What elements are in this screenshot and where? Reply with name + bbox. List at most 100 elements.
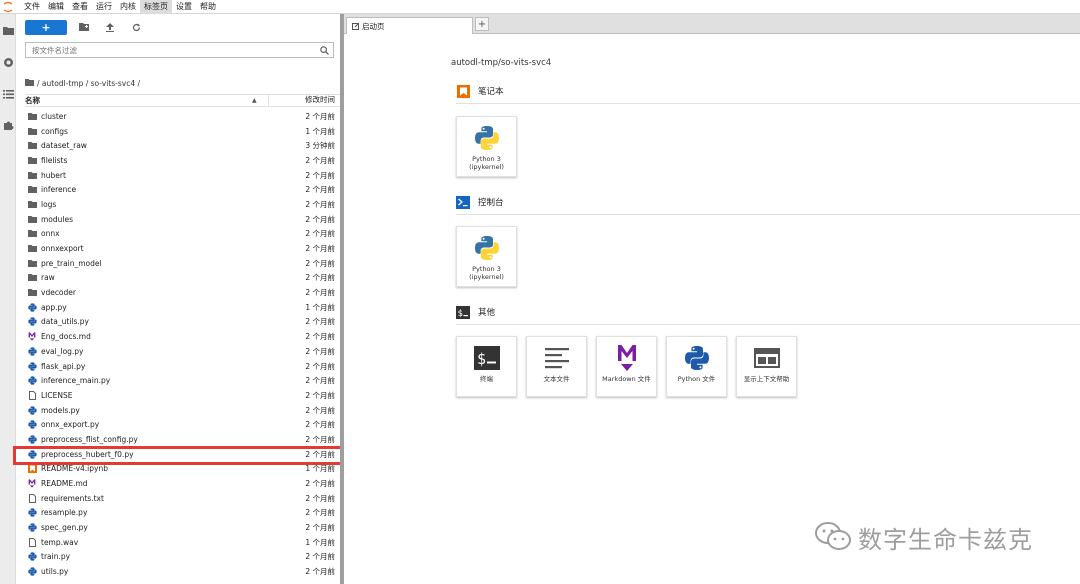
card-label: Python 文件 bbox=[677, 375, 716, 383]
card-label: Python 3 (ipykernel) bbox=[469, 155, 504, 171]
file-modified: 2 个月前 bbox=[305, 273, 335, 283]
python-file-icon bbox=[27, 420, 37, 430]
section-other-header: $ 其他 bbox=[456, 305, 495, 319]
terminal-card[interactable]: $ 终端 bbox=[456, 336, 517, 397]
file-modified: 2 个月前 bbox=[305, 229, 335, 239]
file-name: LICENSE bbox=[41, 390, 73, 400]
file-modified: 2 个月前 bbox=[305, 405, 335, 415]
file-modified: 2 个月前 bbox=[305, 390, 335, 400]
file-row[interactable]: resample.py 2 个月前 bbox=[25, 506, 340, 521]
file-modified: 2 个月前 bbox=[305, 420, 335, 430]
folder-row[interactable]: logs 2 个月前 bbox=[25, 197, 340, 212]
python-file-card[interactable]: Python 文件 bbox=[666, 336, 727, 397]
file-row[interactable]: preprocess_flist_config.py 2 个月前 bbox=[25, 432, 340, 447]
console-python3-card[interactable]: Python 3 (ipykernel) bbox=[456, 226, 517, 287]
breadcrumb-path[interactable]: / autodl-tmp / so-vits-svc4 / bbox=[37, 79, 140, 88]
list-icon[interactable] bbox=[2, 88, 14, 100]
upload-icon[interactable] bbox=[101, 20, 119, 35]
column-header-name[interactable]: 名称 bbox=[25, 95, 252, 106]
file-row[interactable]: flask_api.py 2 个月前 bbox=[25, 359, 340, 374]
file-name: Eng_docs.md bbox=[41, 332, 91, 342]
file-modified: 2 个月前 bbox=[305, 361, 335, 371]
python-file-icon bbox=[27, 434, 37, 444]
folder-row[interactable]: cluster 2 个月前 bbox=[25, 109, 340, 124]
file-modified: 2 个月前 bbox=[305, 493, 335, 503]
search-icon[interactable] bbox=[318, 44, 330, 56]
running-circle-icon[interactable] bbox=[2, 56, 14, 68]
menu-item[interactable]: 帮助 bbox=[196, 0, 220, 14]
folder-row[interactable]: onnxexport 2 个月前 bbox=[25, 241, 340, 256]
text-file-icon bbox=[27, 493, 37, 503]
puzzle-icon[interactable] bbox=[2, 119, 14, 131]
file-name: inference_main.py bbox=[41, 376, 111, 386]
markdown-file-card[interactable]: Markdown 文件 bbox=[596, 336, 657, 397]
folder-row[interactable]: vdecoder 2 个月前 bbox=[25, 285, 340, 300]
file-name: filelists bbox=[41, 155, 68, 165]
file-row[interactable]: models.py 2 个月前 bbox=[25, 403, 340, 418]
file-row[interactable]: README-v4.ipynb 1 个月前 bbox=[25, 462, 340, 477]
file-row[interactable]: onnx_export.py 2 个月前 bbox=[25, 417, 340, 432]
folder-row[interactable]: configs 1 个月前 bbox=[25, 124, 340, 139]
folder-icon bbox=[27, 155, 37, 165]
console-section-icon bbox=[456, 195, 470, 209]
python-file-icon bbox=[27, 302, 37, 312]
file-modified: 1 个月前 bbox=[305, 126, 335, 136]
file-modified: 2 个月前 bbox=[305, 317, 335, 327]
python-file-icon bbox=[27, 552, 37, 562]
file-row[interactable]: data_utils.py 2 个月前 bbox=[25, 315, 340, 330]
file-row[interactable]: inference_main.py 2 个月前 bbox=[25, 373, 340, 388]
file-name: requirements.txt bbox=[41, 493, 104, 503]
folder-row[interactable]: filelists 2 个月前 bbox=[25, 153, 340, 168]
file-filter-input[interactable] bbox=[32, 45, 318, 55]
file-row[interactable]: spec_gen.py 2 个月前 bbox=[25, 520, 340, 535]
folder-icon bbox=[27, 214, 37, 224]
folder-row[interactable]: raw 2 个月前 bbox=[25, 271, 340, 286]
file-row[interactable]: train.py 2 个月前 bbox=[25, 550, 340, 565]
file-list-header: 名称 ▲ 修改时间 bbox=[25, 94, 340, 107]
menu-item[interactable]: 编辑 bbox=[44, 0, 68, 14]
file-name: onnx bbox=[41, 229, 60, 239]
notebook-python3-card[interactable]: Python 3 (ipykernel) bbox=[456, 116, 517, 177]
folder-row[interactable]: dataset_raw 3 分钟前 bbox=[25, 138, 340, 153]
folder-icon[interactable] bbox=[2, 24, 14, 36]
markdown-file-icon bbox=[27, 479, 37, 489]
add-tab-button[interactable]: + bbox=[475, 17, 489, 31]
folder-row[interactable]: hubert 2 个月前 bbox=[25, 168, 340, 183]
tab-launcher[interactable]: 启动页 bbox=[346, 17, 473, 34]
folder-icon[interactable] bbox=[25, 78, 34, 88]
file-name: utils.py bbox=[41, 567, 69, 577]
new-launcher-button[interactable]: + bbox=[25, 19, 67, 35]
menu-item[interactable]: 文件 bbox=[20, 0, 44, 14]
file-row[interactable]: requirements.txt 2 个月前 bbox=[25, 491, 340, 506]
card-label: Markdown 文件 bbox=[602, 375, 651, 383]
folder-row[interactable]: modules 2 个月前 bbox=[25, 212, 340, 227]
menu-item[interactable]: 运行 bbox=[92, 0, 116, 14]
context-help-card[interactable]: 显示上下文帮助 bbox=[736, 336, 797, 397]
python-file-icon bbox=[27, 405, 37, 415]
folder-row[interactable]: onnx 2 个月前 bbox=[25, 227, 340, 242]
file-row[interactable]: utils.py 2 个月前 bbox=[25, 564, 340, 579]
file-row[interactable]: LICENSE 2 个月前 bbox=[25, 388, 340, 403]
column-header-modified[interactable]: 修改时间 bbox=[268, 94, 340, 107]
file-modified: 2 个月前 bbox=[305, 170, 335, 180]
menu-item[interactable]: 标签页 bbox=[140, 0, 172, 14]
file-row[interactable]: app.py 1 个月前 bbox=[25, 300, 340, 315]
menu-item[interactable]: 内核 bbox=[116, 0, 140, 14]
folder-row[interactable]: pre_train_model 2 个月前 bbox=[25, 256, 340, 271]
file-row[interactable]: Eng_docs.md 2 个月前 bbox=[25, 329, 340, 344]
file-name: vdecoder bbox=[41, 288, 76, 298]
file-row[interactable]: preprocess_hubert_f0.py 2 个月前 bbox=[25, 447, 340, 462]
file-row[interactable]: temp.wav 1 个月前 bbox=[25, 535, 340, 550]
file-row[interactable]: eval_log.py 2 个月前 bbox=[25, 344, 340, 359]
refresh-icon[interactable] bbox=[127, 20, 145, 35]
new-folder-icon[interactable] bbox=[75, 20, 93, 35]
file-modified: 3 分钟前 bbox=[305, 141, 335, 151]
file-row[interactable]: README.md 2 个月前 bbox=[25, 476, 340, 491]
folder-row[interactable]: inference 2 个月前 bbox=[25, 182, 340, 197]
file-modified: 1 个月前 bbox=[305, 302, 335, 312]
text-file-card[interactable]: 文本文件 bbox=[526, 336, 587, 397]
file-name: temp.wav bbox=[41, 537, 79, 547]
menu-item[interactable]: 设置 bbox=[172, 0, 196, 14]
menu-item[interactable]: 查看 bbox=[68, 0, 92, 14]
card-label: 终端 bbox=[480, 375, 493, 383]
